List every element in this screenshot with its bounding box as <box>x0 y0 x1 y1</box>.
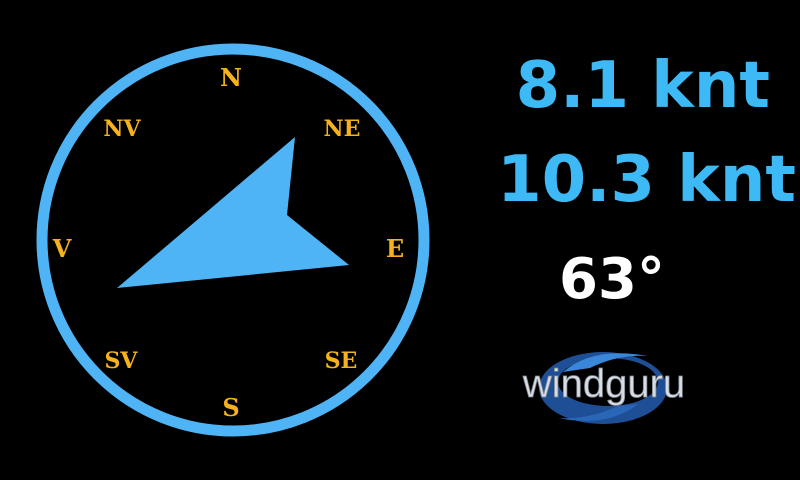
compass-label-ne: NE <box>324 116 361 142</box>
compass-rose: N NE E SE S SV V NV <box>36 43 430 437</box>
compass-label-e: E <box>386 234 404 263</box>
wind-gust-value: 10.3 knt <box>497 143 796 217</box>
compass-label-n: N <box>220 63 242 92</box>
compass-label-s: S <box>222 393 239 422</box>
windguru-logo: windguru <box>521 352 686 424</box>
wind-direction-arrow <box>117 137 349 288</box>
compass-label-nv: NV <box>103 116 141 142</box>
compass-label-se: SE <box>325 348 358 374</box>
windguru-logo-text: windguru <box>522 362 685 406</box>
wind-direction-degrees: 63° <box>559 247 665 312</box>
compass-label-sv: SV <box>105 348 139 374</box>
wind-display-screen: N NE E SE S SV V NV 8.1 knt 10.3 knt 63°… <box>0 0 800 480</box>
compass-label-v: V <box>52 234 72 263</box>
wind-direction-arrow-group <box>117 137 349 288</box>
wind-speed-value: 8.1 knt <box>515 49 770 123</box>
